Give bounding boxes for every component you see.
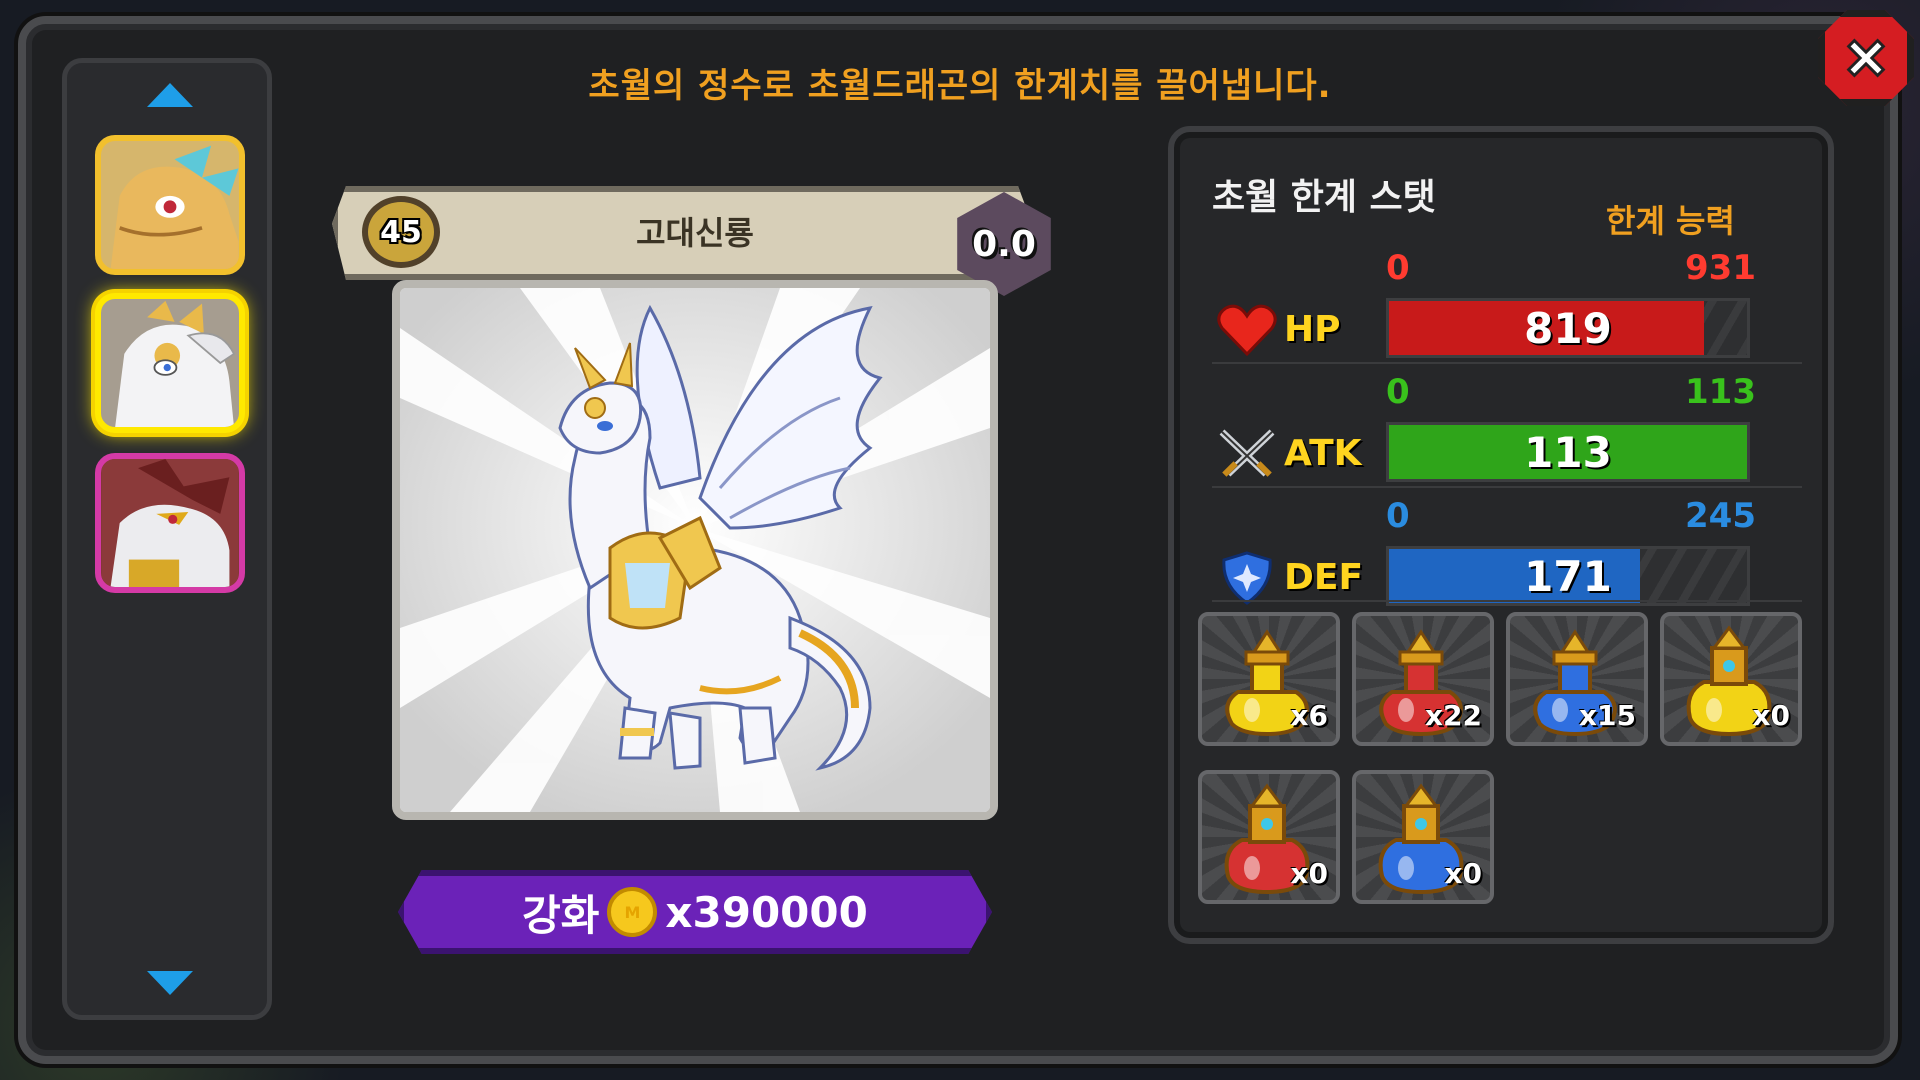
def-value: 171 xyxy=(1524,551,1612,601)
close-icon xyxy=(1846,38,1886,78)
stat-row-def: 0 245 DEF 171 xyxy=(1208,496,1808,606)
hp-bar: 819 xyxy=(1386,298,1750,358)
dragon-name: 고대신룡 xyxy=(636,214,754,252)
hp-max: 931 xyxy=(1685,248,1756,288)
stat-divider xyxy=(1212,600,1802,602)
crossed-swords-icon xyxy=(1216,426,1278,482)
atk-value: 113 xyxy=(1524,427,1612,477)
upgrade-button[interactable]: 강화 M x390000 xyxy=(398,870,992,954)
potion-count: x6 xyxy=(1290,699,1328,732)
potion-count: x0 xyxy=(1444,857,1482,890)
limit-ability-label: 한계 능력 xyxy=(1606,202,1735,240)
potion-slot[interactable]: x0 xyxy=(1660,612,1802,746)
stat-divider xyxy=(1212,362,1802,364)
stats-title: 초월 한계 스탯 xyxy=(1212,177,1436,218)
hp-min: 0 xyxy=(1386,248,1410,288)
stat-row-atk: 0 113 ATK 113 xyxy=(1208,372,1808,482)
potion-slot[interactable]: x0 xyxy=(1352,770,1494,904)
description-text: 초월의 정수로 초월드래곤의 한계치를 끌어냅니다. xyxy=(588,66,1332,106)
stat-divider xyxy=(1212,486,1802,488)
scroll-up-arrow-icon[interactable] xyxy=(145,81,195,109)
def-min: 0 xyxy=(1386,496,1410,536)
hp-value: 819 xyxy=(1524,303,1612,353)
potion-slot[interactable]: x15 xyxy=(1506,612,1648,746)
upgrade-label: 강화 xyxy=(522,890,600,940)
red-white-dragon-portrait[interactable] xyxy=(95,453,245,593)
dragon-list[interactable] xyxy=(62,58,272,1020)
potion-slot[interactable]: x6 xyxy=(1198,612,1340,746)
upgrade-cost: x390000 xyxy=(665,887,868,937)
golden-dragon-portrait[interactable] xyxy=(95,135,245,275)
def-max: 245 xyxy=(1685,496,1756,536)
stat-row-hp: 0 931 HP 819 xyxy=(1208,248,1808,358)
hp-label: HP xyxy=(1284,309,1341,350)
potion-slot[interactable]: x22 xyxy=(1352,612,1494,746)
close-button[interactable] xyxy=(1818,10,1914,106)
potion-count: x0 xyxy=(1290,857,1328,890)
atk-bar: 113 xyxy=(1386,422,1750,482)
potion-count: x15 xyxy=(1578,699,1636,732)
level-badge: 45 xyxy=(362,196,440,268)
potion-slot[interactable]: x0 xyxy=(1198,770,1340,904)
potion-count: x22 xyxy=(1424,699,1482,732)
atk-min: 0 xyxy=(1386,372,1410,412)
atk-label: ATK xyxy=(1284,433,1362,474)
shield-icon xyxy=(1216,550,1278,606)
def-bar: 171 xyxy=(1386,546,1750,606)
scroll-down-arrow-icon[interactable] xyxy=(145,969,195,997)
def-label: DEF xyxy=(1284,557,1364,598)
gold-coin-icon: M xyxy=(607,887,658,937)
potion-count: x0 xyxy=(1752,699,1790,732)
heart-icon xyxy=(1216,302,1278,358)
dragon-illustration xyxy=(392,280,998,820)
ancient-divine-dragon-portrait[interactable] xyxy=(95,293,245,433)
atk-max: 113 xyxy=(1685,372,1756,412)
